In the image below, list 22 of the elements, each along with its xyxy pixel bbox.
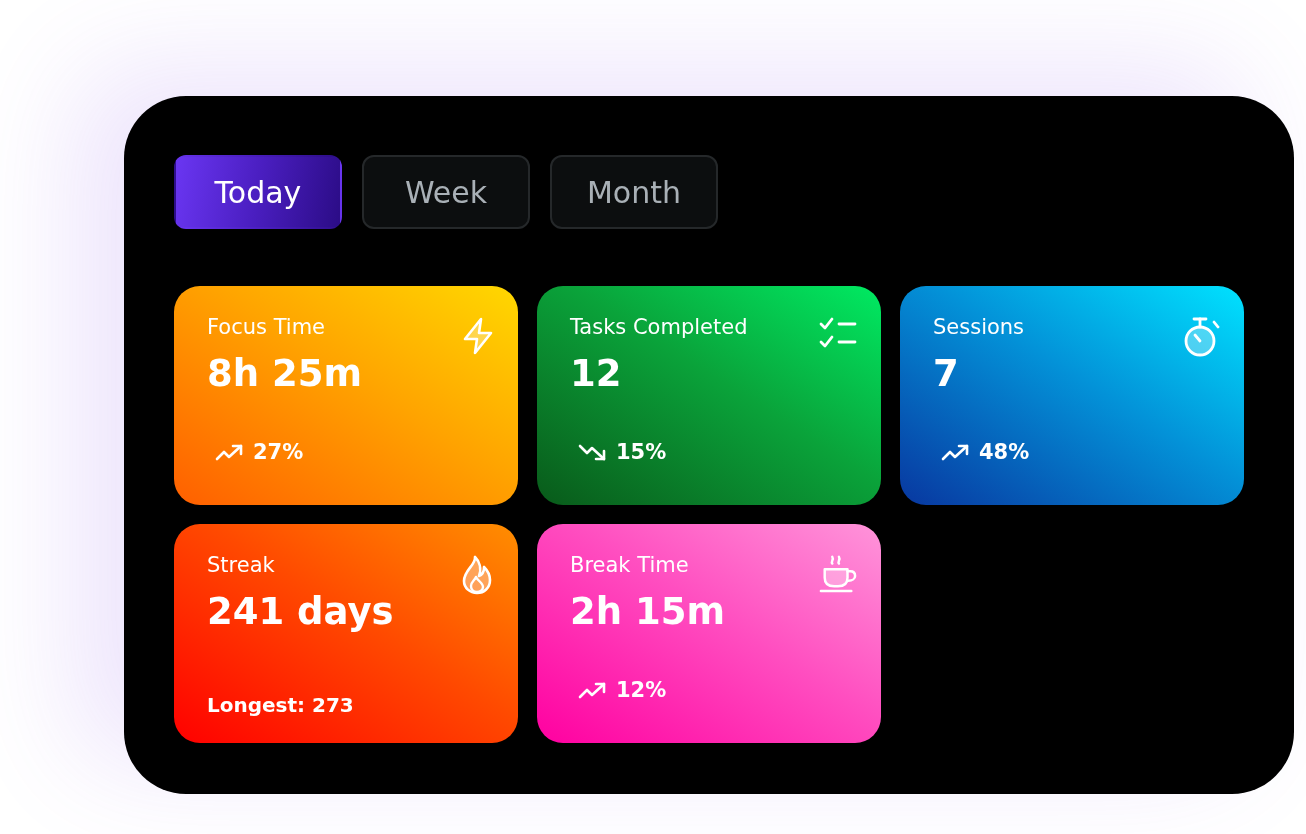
card-label: Focus Time: [207, 314, 326, 340]
card-label: Tasks Completed: [570, 314, 748, 340]
coffee-cup-icon: [819, 555, 857, 593]
change-percentage: 27%: [253, 439, 304, 465]
card-label: Break Time: [570, 552, 689, 578]
tab[interactable]: Month: [550, 155, 718, 229]
stat-value: 7: [933, 352, 959, 396]
change-percentage: 48%: [979, 439, 1030, 465]
stopwatch-icon: [1183, 317, 1220, 357]
stat-value: 2h 15m: [570, 590, 725, 634]
lightning-icon: [462, 317, 494, 355]
stat-value: 8h 25m: [207, 352, 362, 396]
card-label: Sessions: [933, 314, 1025, 340]
change-percentage: 12%: [616, 677, 667, 703]
tab[interactable]: Today: [174, 155, 342, 229]
longest-streak-text: Longest: 273: [207, 692, 354, 718]
flame-icon: [460, 555, 494, 595]
tab[interactable]: Week: [362, 155, 530, 229]
card-label: Streak: [207, 552, 275, 578]
change-percentage: 15%: [616, 439, 667, 465]
stat-value: 12: [570, 352, 622, 396]
stat-value: 241 days: [207, 590, 394, 634]
